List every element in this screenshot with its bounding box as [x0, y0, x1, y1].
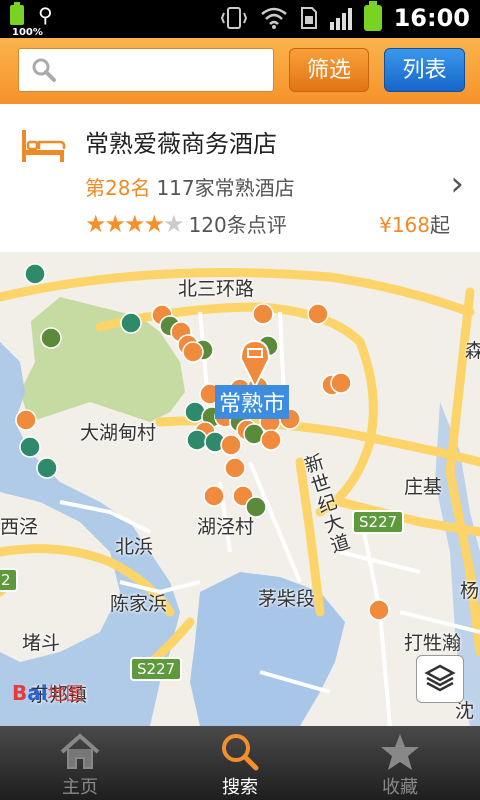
map-label-chenjiabang: 陈家浜	[110, 593, 168, 615]
road-badge-s227: S227	[130, 657, 183, 681]
usb-icon: ⚲	[38, 3, 53, 27]
signal-icon	[329, 6, 352, 30]
map-label-beibin: 北浜	[115, 536, 154, 558]
wifi-icon	[260, 7, 287, 29]
layers-icon	[424, 664, 456, 692]
search-input[interactable]	[65, 49, 269, 89]
road-badge-partial: 2	[0, 568, 18, 592]
star-icon	[381, 734, 419, 770]
hotel-marker	[186, 429, 208, 451]
star-rating: ★★★★★	[85, 209, 185, 238]
hotel-marker	[203, 485, 225, 507]
price-suffix: 起	[430, 213, 450, 237]
hotel-marker	[220, 434, 242, 456]
clock: 16:00	[393, 4, 470, 32]
battery-small-icon	[10, 2, 24, 25]
battery-percent: 100%	[12, 27, 43, 38]
hotel-card[interactable]: 常熟爱薇商务酒店 第28名 117家常熟酒店 › ★★★★★ 120条点评 ¥16…	[0, 104, 480, 253]
hotel-marker	[24, 263, 46, 285]
road-badge-s227: S227	[352, 510, 405, 534]
status-bar: 100% ⚲ 16:00	[0, 0, 480, 38]
logo-du: ai	[27, 681, 48, 705]
sim-icon	[300, 7, 317, 29]
hotel-marker	[36, 457, 58, 479]
logo-b: B	[12, 681, 28, 705]
hotel-rating-line: ★★★★★ 120条点评	[85, 209, 287, 238]
search-icon	[222, 734, 259, 771]
stars-filled: ★★★★	[85, 209, 165, 238]
hotel-marker	[19, 436, 41, 458]
hotel-marker	[260, 429, 282, 451]
search-toolbar: 筛选 列表	[0, 38, 480, 104]
review-count: 120条点评	[188, 213, 287, 237]
hotel-rank: 第28名	[85, 176, 151, 200]
tab-home-label: 主页	[62, 777, 98, 798]
list-button[interactable]: 列表	[384, 48, 465, 92]
hotel-marker	[224, 457, 246, 479]
filter-button[interactable]: 筛选	[289, 48, 369, 92]
hotel-rank-text: 117家常熟酒店	[156, 176, 295, 200]
hotel-rank-line: 第28名 117家常熟酒店	[85, 172, 295, 201]
vibrate-icon	[220, 7, 247, 29]
map-logo: Bai地图	[12, 680, 84, 706]
chevron-right-icon: ›	[450, 164, 464, 204]
tab-favorites-label: 收藏	[382, 777, 418, 798]
tab-home[interactable]: 主页	[0, 726, 160, 800]
price-symbol: ¥	[379, 213, 392, 237]
map-label-yang: 杨	[460, 580, 480, 602]
search-box[interactable]	[18, 48, 274, 92]
tab-search-label: 搜索	[222, 777, 258, 798]
hotel-marker	[182, 341, 204, 363]
hotel-marker	[40, 327, 62, 349]
tab-favorites[interactable]: 收藏	[320, 726, 480, 800]
hotel-marker	[307, 303, 329, 325]
map-label-dudou: 堵斗	[22, 632, 61, 654]
map-label-maochaiduan: 茅柴段	[258, 588, 316, 610]
map-label-yuan: 森	[465, 340, 480, 362]
map-label-dadouluo: 打牲瀚	[404, 632, 462, 654]
hotel-marker	[120, 312, 142, 334]
status-right: 16:00	[220, 1, 470, 32]
hotel-marker	[252, 303, 274, 325]
price-amount: 168	[391, 213, 430, 237]
logo-ditu: 地图	[47, 684, 84, 705]
hotel-price: ¥168起	[379, 209, 450, 238]
map-label-beisanhuan: 北三环路	[178, 278, 255, 300]
tab-search[interactable]: 搜索	[160, 726, 320, 800]
battery-icon	[363, 1, 382, 31]
map-view[interactable]: 北三环路 常熟市 大湖甸村 庄基 湖泾村 西泾 北浜 陈家浜 茅柴段 杨 打牲瀚…	[0, 252, 480, 726]
bed-icon	[22, 130, 66, 162]
hotel-name: 常熟爱薇商务酒店	[85, 130, 277, 158]
status-left: 100% ⚲	[10, 2, 53, 38]
map-label-changshu: 常熟市	[215, 385, 290, 419]
hotel-marker	[15, 409, 37, 431]
home-icon	[60, 733, 100, 769]
hotel-marker	[330, 372, 352, 394]
search-icon	[32, 58, 56, 82]
hotel-marker	[368, 599, 390, 621]
map-label-zhuangji: 庄基	[404, 476, 443, 498]
map-label-dahudian: 大湖甸村	[80, 422, 157, 444]
map-layers-button[interactable]	[416, 655, 464, 703]
map-label-xijing: 西泾	[0, 516, 39, 538]
stars-empty: ★	[163, 209, 184, 238]
bottom-tab-bar: 主页 搜索 收藏	[0, 726, 480, 800]
map-label-hujingcun: 湖泾村	[197, 516, 255, 538]
